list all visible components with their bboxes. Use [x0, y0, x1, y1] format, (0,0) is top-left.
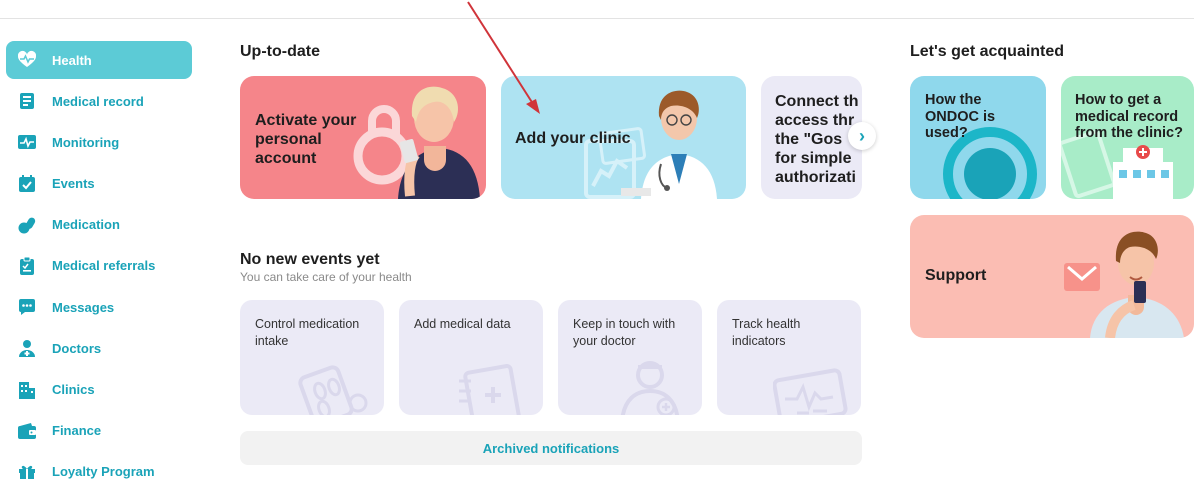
events-subtitle: You can take care of your health: [240, 270, 412, 284]
health-chart-icon: [773, 368, 848, 415]
sidebar-item-messages[interactable]: Messages: [6, 288, 192, 326]
card-text: Add your clinic: [515, 130, 631, 147]
clipboard-icon: [17, 256, 37, 276]
card-text: Activate your personal account: [255, 112, 357, 167]
sidebar-item-label: Health: [52, 52, 92, 68]
sidebar-item-loyalty-program[interactable]: Loyalty Program: [6, 453, 192, 479]
sidebar-item-clinics[interactable]: Clinics: [6, 371, 192, 409]
get-medical-record-card[interactable]: How to get a medical record from the cli…: [1061, 76, 1194, 199]
sidebar-item-finance[interactable]: Finance: [6, 412, 192, 450]
sidebar-item-label: Events: [52, 176, 95, 192]
sidebar-item-monitoring[interactable]: Monitoring: [6, 123, 192, 161]
sidebar-item-label: Medication: [52, 217, 120, 233]
sidebar-item-doctors[interactable]: Doctors: [6, 329, 192, 367]
sidebar-item-medical-record[interactable]: Medical record: [6, 82, 192, 120]
building-icon: [17, 380, 37, 400]
card-text: How the ONDOC is used?: [925, 92, 996, 141]
support-card[interactable]: Support: [910, 215, 1194, 338]
heart-pulse-icon: [17, 50, 37, 70]
card-text: Track health indicators: [732, 317, 801, 348]
medical-record-icon: [17, 91, 37, 111]
carousel-next-button[interactable]: ›: [848, 122, 876, 150]
sidebar-item-label: Loyalty Program: [52, 464, 155, 479]
add-clinic-card[interactable]: Add your clinic: [501, 76, 746, 199]
pills-icon: [17, 215, 37, 235]
sidebar-item-label: Clinics: [52, 382, 95, 397]
acquainted-title: Let's get acquainted: [910, 43, 1065, 60]
sidebar-item-label: Doctors: [52, 340, 102, 356]
sidebar-item-label: Medical referrals: [52, 258, 156, 274]
monitoring-icon: [17, 132, 37, 152]
sidebar-item-label: Finance: [52, 423, 102, 439]
medical-document-icon: [459, 364, 521, 415]
sidebar-item-health[interactable]: Health: [6, 41, 192, 79]
keep-in-touch-card[interactable]: Keep in touch with your doctor: [558, 300, 702, 415]
events-title: No new events yet: [240, 251, 380, 268]
chevron-right-icon: ›: [859, 125, 865, 146]
wallet-icon: [17, 421, 37, 441]
sidebar-item-events[interactable]: Events: [6, 165, 192, 203]
chat-icon: [17, 297, 37, 317]
control-medication-card[interactable]: Control medication intake: [240, 300, 384, 415]
doctor-icon: [17, 338, 37, 358]
man-with-phone-illustration: [1064, 231, 1184, 338]
card-text: Support: [925, 267, 987, 284]
top-divider: [0, 18, 1194, 19]
calendar-check-icon: [17, 174, 37, 194]
sidebar-item-label: Messages: [52, 299, 115, 315]
gift-icon: [17, 462, 37, 479]
card-text: Keep in touch with your doctor: [573, 317, 676, 348]
sidebar: Health Medical record Monitoring Events …: [6, 41, 192, 479]
how-ondoc-used-card[interactable]: How the ONDOC is used?: [910, 76, 1046, 199]
archived-notifications-button[interactable]: Archived notifications: [240, 431, 862, 465]
sidebar-item-label: Medical record: [52, 93, 144, 109]
card-text: Add medical data: [414, 317, 511, 331]
track-health-card[interactable]: Track health indicators: [717, 300, 861, 415]
sidebar-item-medical-referrals[interactable]: Medical referrals: [6, 247, 192, 285]
connect-gosuslugi-card[interactable]: Connect th access thr the "Gos for simpl…: [761, 76, 862, 199]
add-medical-data-card[interactable]: Add medical data: [399, 300, 543, 415]
sidebar-item-medication[interactable]: Medication: [6, 206, 192, 244]
uptodate-title: Up-to-date: [240, 43, 320, 60]
card-text: Control medication intake: [255, 317, 360, 348]
pills-pack-icon: [298, 365, 368, 415]
card-text: How to get a medical record from the cli…: [1075, 92, 1183, 141]
sidebar-item-label: Monitoring: [52, 134, 120, 150]
doctor-outline-icon: [620, 361, 680, 415]
activate-account-card[interactable]: Activate your personal account: [240, 76, 486, 199]
